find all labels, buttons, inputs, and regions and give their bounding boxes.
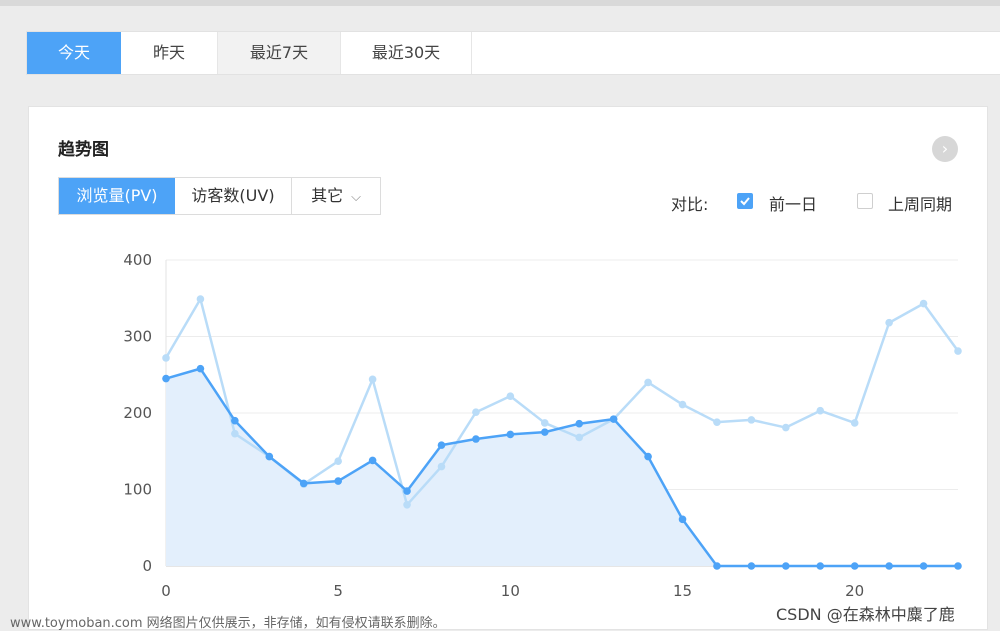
data-point-today	[816, 562, 825, 570]
data-point-today	[196, 364, 205, 373]
data-point-today	[747, 562, 756, 570]
data-point-yesterday	[782, 423, 790, 432]
data-point-today	[609, 415, 618, 423]
x-tick-label: 15	[673, 582, 692, 600]
data-point-yesterday	[472, 408, 480, 417]
data-point-yesterday	[747, 416, 756, 424]
data-point-today	[782, 562, 790, 570]
data-point-today	[299, 479, 308, 488]
data-point-today	[403, 487, 411, 495]
data-point-yesterday	[850, 419, 859, 427]
data-point-yesterday	[644, 378, 652, 387]
data-point-today	[472, 435, 480, 443]
data-point-yesterday	[713, 418, 721, 426]
data-point-today	[265, 452, 274, 461]
watermark-left: www.toymoban.com 网络图片仅供展示，非存储，如有侵权请联系删除。	[10, 616, 446, 631]
data-point-yesterday	[334, 457, 342, 465]
x-tick-label: 5	[333, 582, 343, 600]
data-point-yesterday	[678, 400, 687, 409]
data-point-yesterday	[540, 419, 549, 427]
data-point-today	[850, 562, 859, 570]
data-point-yesterday	[437, 462, 446, 471]
x-tick-label: 10	[501, 582, 520, 600]
data-point-yesterday	[231, 429, 239, 438]
data-point-today	[437, 441, 446, 449]
y-tick-label: 200	[123, 404, 152, 422]
y-tick-label: 0	[142, 557, 152, 575]
data-point-today	[334, 477, 342, 485]
y-tick-label: 300	[123, 328, 152, 346]
data-point-yesterday	[816, 406, 825, 415]
data-point-yesterday	[403, 501, 411, 509]
data-point-today	[506, 430, 515, 439]
data-point-yesterday	[506, 392, 515, 400]
data-point-yesterday	[954, 347, 962, 355]
data-point-today	[954, 562, 962, 570]
data-point-today	[162, 374, 170, 383]
data-point-today	[678, 515, 687, 524]
x-tick-label: 20	[845, 582, 864, 600]
x-tick-label: 0	[161, 582, 171, 600]
data-point-today	[368, 456, 377, 465]
y-tick-label: 400	[123, 251, 152, 269]
data-point-today	[644, 452, 652, 461]
data-point-today	[713, 562, 721, 570]
trend-chart: 0 100 200 300 400 0 5 10 15 20	[123, 251, 962, 600]
watermark-right: CSDN @在森林中麋了鹿	[776, 605, 955, 624]
data-point-today	[575, 419, 584, 428]
y-tick-label: 100	[123, 481, 152, 499]
data-point-today	[231, 416, 239, 425]
data-point-today	[885, 562, 893, 570]
data-point-today	[919, 562, 928, 570]
data-point-today	[540, 428, 549, 436]
data-point-yesterday	[368, 375, 377, 384]
data-point-yesterday	[575, 433, 584, 442]
data-point-yesterday	[162, 354, 170, 362]
data-point-yesterday	[919, 299, 928, 308]
data-point-yesterday	[196, 295, 205, 303]
data-point-yesterday	[885, 318, 893, 327]
